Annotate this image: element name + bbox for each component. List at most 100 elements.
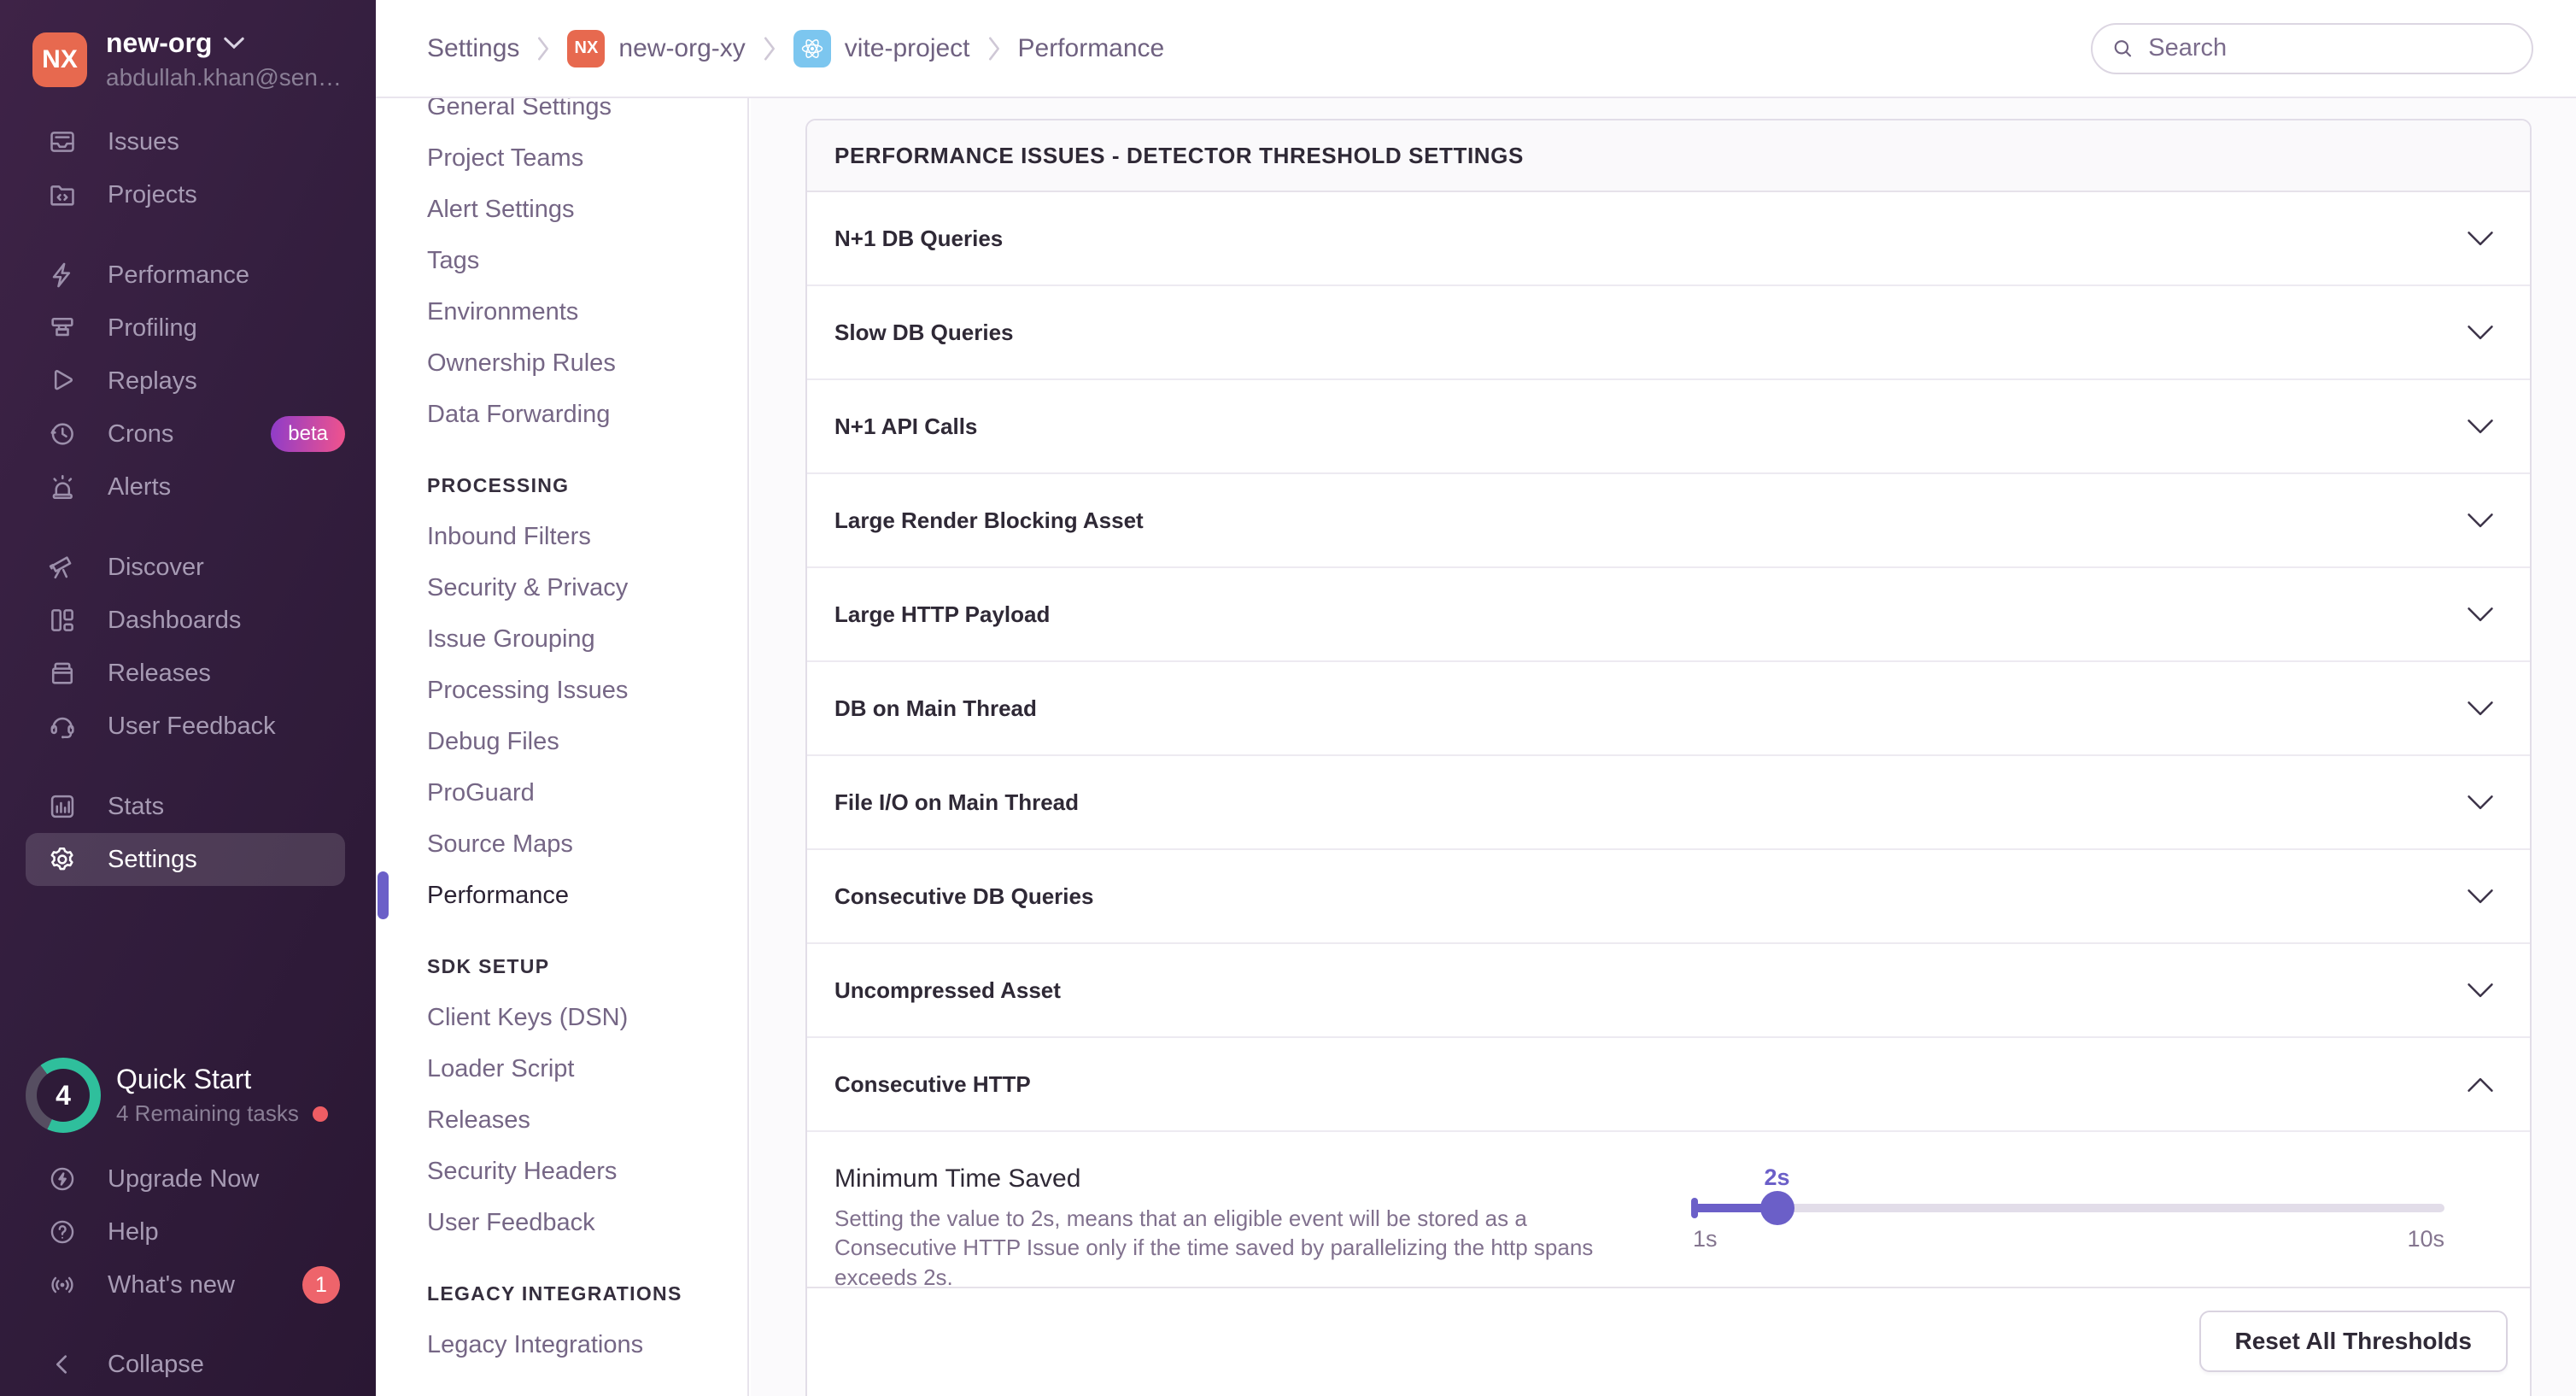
collapse-button[interactable]: Collapse: [0, 1338, 376, 1391]
breadcrumb: Settings NX new-org-xy vite-project Perf…: [427, 30, 1164, 67]
chevron-down-icon: [2467, 419, 2494, 435]
search-input[interactable]: [2148, 34, 2513, 62]
detector-label: Uncompressed Asset: [834, 977, 1061, 1004]
threshold-detail: Minimum Time Saved Setting the value to …: [807, 1132, 2530, 1288]
sidebar-item-releases[interactable]: Releases: [0, 647, 376, 700]
siren-icon: [48, 472, 77, 502]
chevron-left-icon: [48, 1350, 77, 1379]
breadcrumb-org[interactable]: NX new-org-xy: [567, 30, 745, 67]
sidebar-item-discover[interactable]: Discover: [0, 541, 376, 594]
detector-row[interactable]: Large Render Blocking Asset: [807, 474, 2530, 568]
settings-nav-item[interactable]: Ownership Rules: [427, 337, 747, 389]
upgrade-icon: [48, 1164, 77, 1194]
settings-nav-item[interactable]: Client Keys (DSN): [427, 992, 747, 1043]
chevron-down-icon: [2467, 889, 2494, 905]
sidebar-item-dashboards[interactable]: Dashboards: [0, 594, 376, 647]
sidebar-item-label: Alerts: [108, 473, 171, 502]
slider-min-cap: [1691, 1198, 1698, 1218]
chevron-right-icon: [763, 36, 776, 62]
panel-footer: Reset All Thresholds: [807, 1288, 2530, 1394]
react-project-icon: [793, 30, 831, 67]
slider-max-label: 10s: [2407, 1226, 2444, 1252]
settings-nav-item[interactable]: Processing Issues: [427, 665, 747, 716]
threshold-label: Minimum Time Saved: [834, 1164, 1607, 1194]
sidebar-item-user-feedback[interactable]: User Feedback: [0, 700, 376, 753]
settings-nav-item[interactable]: Releases: [427, 1094, 747, 1146]
breadcrumb-settings[interactable]: Settings: [427, 34, 519, 63]
detector-row-consecutive-http[interactable]: Consecutive HTTP: [807, 1038, 2530, 1132]
detector-row[interactable]: N+1 API Calls: [807, 380, 2530, 474]
sidebar-item-help[interactable]: Help: [0, 1205, 376, 1258]
breadcrumb-project[interactable]: vite-project: [793, 30, 970, 67]
detector-row[interactable]: Slow DB Queries: [807, 286, 2530, 380]
settings-nav-item[interactable]: Issue Grouping: [427, 613, 747, 665]
collapse-label: Collapse: [108, 1351, 204, 1379]
profiling-icon: [48, 314, 77, 343]
sidebar-item-upgrade[interactable]: Upgrade Now: [0, 1153, 376, 1205]
settings-nav-item[interactable]: Inbound Filters: [427, 511, 747, 562]
org-switcher[interactable]: NX new-org abdullah.khan@sen…: [32, 27, 342, 91]
settings-nav-item[interactable]: User Feedback: [427, 1197, 747, 1248]
panel-title: PERFORMANCE ISSUES - DETECTOR THRESHOLD …: [807, 120, 2530, 192]
sidebar-item-label: Stats: [108, 793, 164, 821]
headset-icon: [48, 712, 77, 741]
settings-nav-item[interactable]: Loader Script: [427, 1043, 747, 1094]
settings-nav-item[interactable]: Alert Settings: [427, 184, 747, 235]
detector-row[interactable]: DB on Main Thread: [807, 662, 2530, 756]
clock-icon: [48, 419, 77, 449]
quick-start-title: Quick Start: [116, 1064, 328, 1095]
settings-nav-item[interactable]: Source Maps: [427, 818, 747, 870]
sidebar-item-issues[interactable]: Issues: [0, 115, 376, 168]
detector-row[interactable]: File I/O on Main Thread: [807, 756, 2530, 850]
settings-nav-item[interactable]: Data Forwarding: [427, 389, 747, 440]
chevron-down-icon: [2467, 982, 2494, 999]
sidebar-item-alerts[interactable]: Alerts: [0, 460, 376, 513]
sidebar-item-projects[interactable]: Projects: [0, 168, 376, 221]
detector-row[interactable]: Consecutive DB Queries: [807, 850, 2530, 944]
settings-nav-section-header: LEGACY INTEGRATIONS: [427, 1268, 747, 1319]
chevron-down-icon: [2467, 607, 2494, 623]
settings-nav-item-performance[interactable]: Performance: [427, 870, 747, 921]
beta-badge: beta: [271, 416, 345, 452]
detector-row[interactable]: Uncompressed Asset: [807, 944, 2530, 1038]
settings-nav-item[interactable]: Tags: [427, 235, 747, 286]
org-name: new-org: [106, 27, 212, 59]
thresholds-panel: PERFORMANCE ISSUES - DETECTOR THRESHOLD …: [805, 119, 2532, 1396]
search-box[interactable]: [2091, 23, 2533, 74]
sidebar-item-whats-new[interactable]: What's new 1: [0, 1258, 376, 1311]
sidebar-item-label: Replays: [108, 367, 197, 396]
settings-nav-item[interactable]: General Settings: [427, 98, 747, 132]
reset-all-thresholds-button[interactable]: Reset All Thresholds: [2199, 1311, 2508, 1372]
breadcrumb-label: Settings: [427, 34, 519, 63]
sidebar-item-performance[interactable]: Performance: [0, 249, 376, 302]
quick-start-subtitle: 4 Remaining tasks: [116, 1100, 299, 1127]
detector-row[interactable]: N+1 DB Queries: [807, 192, 2530, 286]
sidebar-item-label: Dashboards: [108, 607, 241, 635]
detector-label: DB on Main Thread: [834, 695, 1037, 722]
settings-nav-item[interactable]: Legacy Integrations: [427, 1319, 747, 1370]
chevron-down-icon: [2467, 325, 2494, 341]
settings-nav-item[interactable]: Security & Privacy: [427, 562, 747, 613]
gear-icon: [48, 845, 77, 874]
sidebar-item-replays[interactable]: Replays: [0, 355, 376, 408]
detector-row[interactable]: Large HTTP Payload: [807, 568, 2530, 662]
sidebar-item-crons[interactable]: Crons beta: [0, 408, 376, 460]
org-email: abdullah.khan@sen…: [106, 64, 342, 91]
sidebar-item-settings[interactable]: Settings: [26, 833, 345, 886]
detector-label: Consecutive DB Queries: [834, 883, 1093, 910]
settings-nav-section-header: PROCESSING: [427, 460, 747, 511]
slider-track[interactable]: [1693, 1204, 2444, 1212]
sidebar-item-profiling[interactable]: Profiling: [0, 302, 376, 355]
quick-start-panel[interactable]: 4 Quick Start 4 Remaining tasks: [26, 1058, 350, 1133]
settings-nav-item[interactable]: Debug Files: [427, 716, 747, 767]
slider-handle[interactable]: [1760, 1191, 1794, 1225]
settings-nav-item[interactable]: Project Teams: [427, 132, 747, 184]
box-icon: [48, 659, 77, 688]
settings-nav-item[interactable]: Security Headers: [427, 1146, 747, 1197]
dashboard-icon: [48, 606, 77, 635]
settings-nav-item[interactable]: Environments: [427, 286, 747, 337]
whats-new-badge: 1: [302, 1266, 340, 1304]
sidebar-item-stats[interactable]: Stats: [0, 780, 376, 833]
settings-nav-item[interactable]: ProGuard: [427, 767, 747, 818]
telescope-icon: [48, 553, 77, 582]
